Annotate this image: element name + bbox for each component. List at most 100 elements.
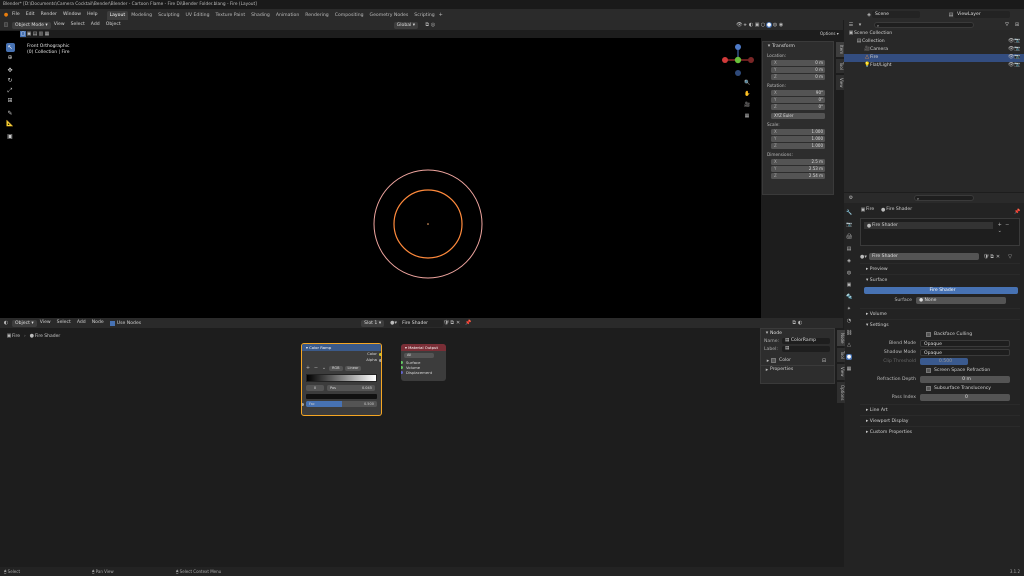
slot-menu-icon[interactable]: ⌄ — [997, 228, 1003, 234]
outliner-row[interactable]: 🎥Camera 👁📷 — [844, 46, 1024, 54]
tab-uv-editing[interactable]: UV Editing — [183, 11, 213, 20]
viewport-menu-object[interactable]: Object — [103, 20, 124, 30]
render-camera-icon[interactable]: 📷 — [1014, 54, 1020, 60]
refraction-depth-field[interactable]: 0 m — [920, 376, 1010, 383]
backface-culling-row[interactable]: Backface Culling — [860, 330, 1020, 339]
scene-selector[interactable]: ◈ Scene — [866, 11, 920, 18]
view-layer-field[interactable]: ViewLayer — [954, 11, 1010, 18]
node-label-field[interactable]: ▤ — [782, 346, 830, 352]
zoom-icon[interactable]: 🔍 — [744, 80, 750, 86]
subsurface-translucency-row[interactable]: Subsurface Translucency — [860, 384, 1020, 393]
section-viewport-display[interactable]: ▸ Viewport Display — [860, 415, 1020, 426]
scale-x-field[interactable]: X 1.000 — [771, 129, 825, 135]
node-sidebar-tab-view[interactable]: View — [837, 364, 845, 380]
volume-section[interactable]: ▸ Volume — [860, 308, 1020, 319]
tab-animation[interactable]: Animation — [273, 11, 302, 20]
input-volume-socket[interactable] — [401, 366, 403, 369]
modifier-tab-icon[interactable]: 🔩 — [846, 294, 852, 300]
rotation-mode-dropdown[interactable]: XYZ Euler — [771, 113, 825, 119]
color-ramp-gradient[interactable] — [306, 374, 377, 382]
viewport-3d[interactable]: Front Orthographic (0) Collection | Fire — [20, 38, 761, 318]
outliner-filter-icon[interactable]: ⛛ — [1004, 22, 1010, 28]
material-slot-list[interactable]: ● Fire Shader + − ⌄ — [860, 218, 1020, 246]
add-workspace-icon[interactable]: + — [438, 12, 444, 18]
tab-texture-paint[interactable]: Texture Paint — [213, 11, 249, 20]
tab-layout[interactable]: Layout — [106, 10, 129, 20]
new-collection-icon[interactable]: ⊞ — [1014, 22, 1020, 28]
section-custom-properties[interactable]: ▸ Custom Properties — [860, 426, 1020, 437]
viewport-menu-select[interactable]: Select — [68, 20, 88, 30]
node-sidebar-tab-options[interactable]: Options — [837, 381, 845, 404]
remove-stop-icon[interactable]: − — [313, 365, 319, 371]
node-editor-type-icon[interactable]: ◐ — [3, 320, 9, 326]
scene-field[interactable]: Scene — [872, 11, 920, 18]
physics-tab-icon[interactable]: ◔ — [846, 318, 852, 324]
menu-edit[interactable]: Edit — [23, 9, 38, 20]
object-tab-icon[interactable]: ▣ — [846, 282, 852, 288]
measure-tool-icon[interactable]: 📐 — [6, 119, 15, 128]
rotation-y-field[interactable]: Y 0° — [771, 97, 825, 103]
blend-mode-dropdown[interactable]: Opaque — [920, 340, 1010, 347]
material-tab-icon[interactable]: ● — [846, 354, 852, 360]
dimensions-x-field[interactable]: X 2.5 m — [771, 159, 825, 165]
unlink-material-icon[interactable]: ✕ — [995, 254, 1001, 260]
output-color-socket[interactable] — [379, 352, 381, 356]
node-color-checkbox[interactable] — [771, 358, 776, 363]
node-unlink-icon[interactable]: ✕ — [455, 320, 461, 326]
location-z-field[interactable]: Z 0 m — [771, 74, 825, 80]
node-color-preset-icon[interactable]: ⊟ — [821, 358, 827, 364]
view-layer-selector[interactable]: ▤ ViewLayer — [948, 11, 1010, 18]
node-color-row[interactable]: ▸ Color ⊟ — [761, 356, 834, 365]
viewport-menu-add[interactable]: Add — [88, 20, 103, 30]
world-tab-icon[interactable]: ◍ — [846, 270, 852, 276]
material-output-header[interactable]: ▾ Material Output — [401, 344, 446, 351]
output-alpha-socket[interactable] — [379, 358, 381, 362]
constraints-tab-icon[interactable]: ⛓ — [846, 330, 852, 336]
annotate-tool-icon[interactable]: ✎ — [6, 109, 15, 118]
properties-search-input[interactable]: ⌕ — [914, 195, 974, 201]
node-sidebar-tab-node[interactable]: Node — [837, 330, 845, 347]
slot-dropdown[interactable]: Slot 1 ▾ — [361, 319, 385, 327]
tab-rendering[interactable]: Rendering — [302, 11, 331, 20]
ramp-interpolation-dropdown[interactable]: Linear — [344, 365, 362, 371]
cursor-tool-icon[interactable]: ⊕ — [6, 53, 15, 62]
node-sidebar-tab-tool[interactable]: Tool — [837, 348, 845, 363]
node-menu-node[interactable]: Node — [89, 318, 107, 328]
ortho-grid-icon[interactable]: ▦ — [744, 113, 750, 119]
section-line-art[interactable]: ▸ Line Art — [860, 404, 1020, 415]
texture-tab-icon[interactable]: ▦ — [846, 366, 852, 372]
clip-threshold-slider[interactable]: 0.500 — [920, 358, 968, 365]
tab-geometry-nodes[interactable]: Geometry Nodes — [367, 11, 412, 20]
node-menu-add[interactable]: Add — [74, 318, 89, 328]
fac-input[interactable]: Fac 0.500 — [302, 401, 377, 407]
npanel-tab-tool[interactable]: Tool — [836, 59, 844, 73]
rotation-x-field[interactable]: X 90° — [771, 90, 825, 96]
location-y-field[interactable]: Y 0 m — [771, 67, 825, 73]
material-output-node[interactable]: ▾ Material Output All Surface Volume Displ… — [401, 344, 446, 381]
node-menu-select[interactable]: Select — [54, 318, 74, 328]
data-tab-icon[interactable]: △ — [846, 342, 852, 348]
output-tab-icon[interactable]: 🖨 — [846, 234, 852, 240]
dimensions-z-field[interactable]: Z 2.54 m — [771, 173, 825, 179]
node-pin-icon[interactable]: 📌 — [465, 320, 471, 326]
ssr-row[interactable]: Screen Space Refraction — [860, 366, 1020, 375]
settings-section[interactable]: ▾ Settings — [860, 319, 1020, 330]
remove-slot-icon[interactable]: − — [1004, 222, 1010, 228]
color-ramp-header[interactable]: ▾ Color Ramp — [302, 344, 381, 351]
outliner-row[interactable]: △Fire 👁📷 — [844, 54, 1024, 62]
transform-panel-header[interactable]: ▾ Transform — [763, 42, 833, 50]
material-name-field[interactable]: Fire Shader — [869, 253, 979, 260]
menu-window[interactable]: Window — [60, 9, 84, 20]
pin-icon[interactable]: 📌 — [1014, 209, 1020, 215]
menu-render[interactable]: Render — [38, 9, 60, 20]
stop-color-swatch[interactable] — [306, 394, 377, 399]
tool-tab-icon[interactable]: 🔧 — [846, 210, 852, 216]
stop-index-field[interactable]: 0 — [306, 385, 324, 391]
transform-tool-icon[interactable]: ⊞ — [6, 96, 15, 105]
rotate-tool-icon[interactable]: ↻ — [6, 76, 15, 85]
node-editor-canvas[interactable]: ▣ Fire › ● Fire Shader ▾ Color Ramp Colo… — [0, 328, 759, 567]
surface-dropdown[interactable]: ● None — [916, 297, 1006, 304]
surface-shader-button[interactable]: Fire Shader — [864, 287, 1018, 294]
mode-dropdown[interactable]: Object Mode ▾ — [12, 21, 51, 29]
tab-shading[interactable]: Shading — [248, 11, 273, 20]
